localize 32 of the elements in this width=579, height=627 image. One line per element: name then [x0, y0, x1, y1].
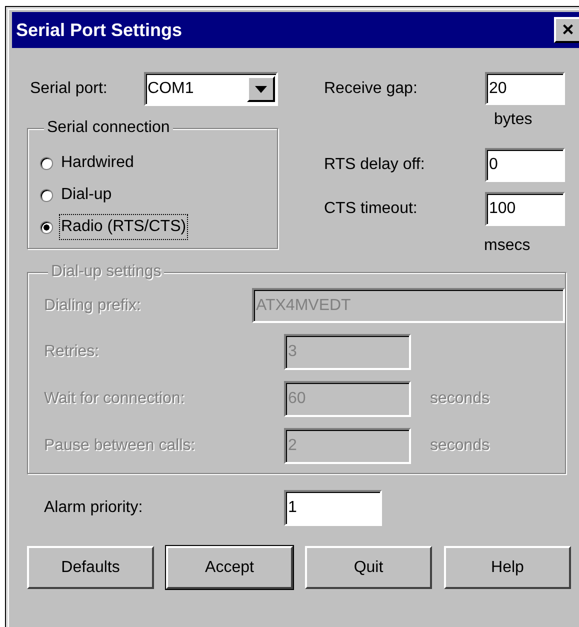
field-label: Dialing prefix:: [44, 296, 142, 316]
field-label: Wait for connection:: [44, 389, 186, 409]
field-label: Alarm priority:: [44, 498, 144, 518]
field-label: seconds: [430, 389, 490, 409]
dialog-button[interactable]: Accept: [166, 546, 293, 589]
dropdown-button[interactable]: [247, 76, 275, 102]
radio-label[interactable]: Dial-up: [59, 182, 114, 208]
radio-button[interactable]: [40, 220, 53, 234]
field-label: Serial port:: [30, 79, 108, 99]
unit-label: bytes: [494, 110, 534, 130]
field-label: Retries:: [44, 342, 100, 362]
caret-icon: [255, 86, 267, 92]
dialog-button[interactable]: Quit: [305, 546, 432, 589]
port-dropdown[interactable]: COM1: [144, 72, 278, 106]
unit-label: msecs: [484, 236, 532, 256]
dialog-button[interactable]: Defaults: [27, 546, 154, 589]
radio-label[interactable]: Hardwired: [59, 150, 136, 176]
field-label: RTS delay off:: [324, 155, 426, 175]
receive-gap-field[interactable]: 20: [485, 72, 565, 105]
field-label: Receive gap:: [324, 78, 418, 98]
rts-delay-field[interactable]: 0: [485, 148, 565, 182]
radio-label[interactable]: Radio (RTS/CTS): [59, 214, 188, 240]
field-label: seconds: [430, 436, 490, 456]
close-button[interactable]: ×: [554, 17, 579, 43]
dialog-button[interactable]: Help: [444, 546, 571, 589]
radio-button[interactable]: [40, 156, 53, 170]
alarm-priority-field[interactable]: 1: [284, 490, 382, 526]
window-title: Serial Port Settings: [16, 18, 182, 42]
field-label: CTS timeout:: [324, 199, 418, 219]
cts-timeout-field[interactable]: 100: [485, 192, 565, 226]
radio-button[interactable]: [40, 188, 53, 202]
field-label: Pause between calls:: [44, 436, 196, 456]
